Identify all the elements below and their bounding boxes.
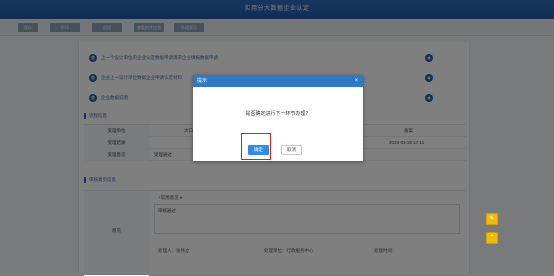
dialog-title: 提示 xyxy=(193,75,363,87)
dialog-message: 是否确定进行下一环节办理？ xyxy=(245,111,311,117)
scroll-top-icon[interactable]: ⌃ xyxy=(486,232,498,244)
highlight-box xyxy=(241,133,271,160)
close-icon[interactable]: × xyxy=(354,75,358,87)
cancel-button[interactable]: 取消 xyxy=(281,145,302,155)
confirm-dialog: 提示 × 是否确定进行下一环节办理？ 确定 取消 xyxy=(193,75,363,161)
edit-icon[interactable]: ✎ xyxy=(486,213,498,225)
